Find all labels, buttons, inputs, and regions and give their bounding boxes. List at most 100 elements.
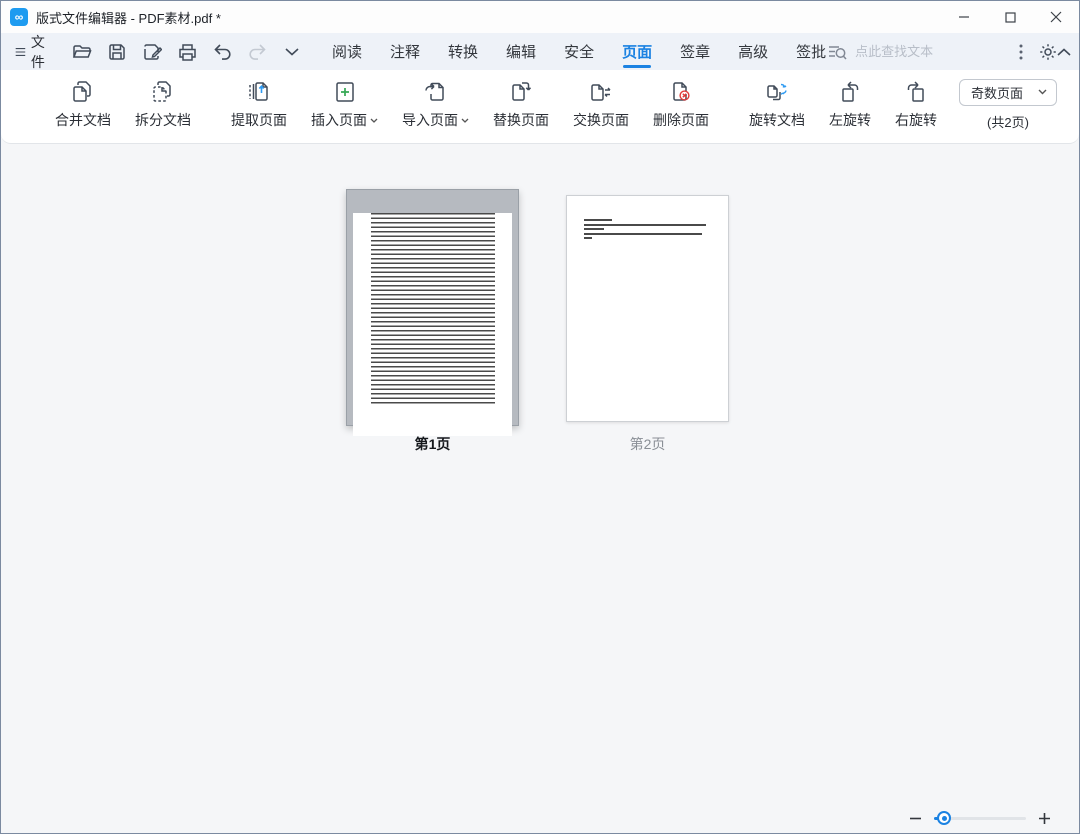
print-icon xyxy=(178,43,197,61)
file-menu-label: 文件 xyxy=(31,32,50,72)
maximize-button[interactable] xyxy=(987,1,1033,33)
page-range-control: 奇数页面 (共2页) xyxy=(959,79,1057,131)
search-box xyxy=(828,43,1005,61)
delete-pages-icon xyxy=(668,79,694,105)
merge-document-button[interactable]: 合并文档 xyxy=(45,75,121,134)
button-label: 交换页面 xyxy=(573,110,629,130)
undo-icon xyxy=(213,43,232,60)
app-logo-icon: ∞ xyxy=(10,8,28,26)
rotate-left-button[interactable]: 左旋转 xyxy=(819,75,881,134)
window-controls xyxy=(941,1,1079,33)
page-edit-group: 提取页面 插入页面 导入页面 xyxy=(221,75,719,134)
zoom-slider-handle[interactable] xyxy=(937,811,951,825)
customize-toolbar-button[interactable] xyxy=(278,39,306,65)
split-document-button[interactable]: 拆分文档 xyxy=(125,75,201,134)
undo-button[interactable] xyxy=(208,39,236,65)
rotate-document-button[interactable]: 旋转文档 xyxy=(739,75,815,134)
print-button[interactable] xyxy=(173,39,201,65)
kebab-menu-icon xyxy=(1019,44,1023,60)
dropdown-caret-icon xyxy=(461,118,469,123)
extract-pages-icon xyxy=(246,79,272,105)
replace-pages-button[interactable]: 替换页面 xyxy=(483,75,559,134)
chevron-down-icon xyxy=(285,48,299,56)
file-menu-button[interactable]: 文件 xyxy=(11,28,54,76)
page-2-thumbnail[interactable] xyxy=(566,195,729,422)
zoom-slider[interactable] xyxy=(934,811,1026,825)
button-label: 插入页面 xyxy=(311,110,378,130)
tab-signature[interactable]: 签章 xyxy=(678,33,712,70)
button-label: 替换页面 xyxy=(493,110,549,130)
split-document-icon xyxy=(150,79,176,105)
rotate-right-icon xyxy=(903,79,929,105)
merge-document-icon xyxy=(70,79,96,105)
folder-open-icon xyxy=(72,43,92,61)
title-bar: ∞ 版式文件编辑器 - PDF素材.pdf * xyxy=(1,1,1079,33)
tab-convert[interactable]: 转换 xyxy=(446,33,480,70)
find-text-icon xyxy=(828,43,847,61)
tab-pages[interactable]: 页面 xyxy=(620,33,654,70)
more-options-button[interactable] xyxy=(1019,40,1023,64)
insert-pages-icon xyxy=(332,79,358,105)
extract-pages-button[interactable]: 提取页面 xyxy=(221,75,297,134)
button-label: 拆分文档 xyxy=(135,110,191,130)
gear-icon xyxy=(1039,43,1057,61)
swap-pages-button[interactable]: 交换页面 xyxy=(563,75,639,134)
replace-pages-icon xyxy=(508,79,534,105)
minus-icon xyxy=(909,812,922,825)
page-thumbnails-canvas: 第1页 第2页 xyxy=(1,144,1079,833)
zoom-out-button[interactable] xyxy=(909,812,922,825)
tab-edit[interactable]: 编辑 xyxy=(504,33,538,70)
menu-bar: 文件 xyxy=(1,33,1079,70)
page-range-dropdown[interactable]: 奇数页面 xyxy=(959,79,1057,106)
quick-access-toolbar xyxy=(68,39,306,65)
save-icon xyxy=(108,43,126,61)
redo-icon xyxy=(248,43,267,60)
button-label: 左旋转 xyxy=(829,110,871,130)
plus-icon xyxy=(1038,812,1051,825)
tab-advanced[interactable]: 高级 xyxy=(736,33,770,70)
open-file-button[interactable] xyxy=(68,39,96,65)
import-pages-button[interactable]: 导入页面 xyxy=(392,75,479,134)
pages-ribbon: 合并文档 拆分文档 提取页面 插入页面 xyxy=(1,70,1079,144)
ribbon-tabs: 阅读 注释 转换 编辑 安全 页面 签章 高级 签批 xyxy=(330,33,828,70)
dropdown-caret-icon xyxy=(370,118,378,123)
redo-button[interactable] xyxy=(243,39,271,65)
page-1-text-content xyxy=(371,213,495,404)
document-group: 合并文档 拆分文档 xyxy=(45,75,201,134)
page-range-value: 奇数页面 xyxy=(971,83,1023,102)
settings-button[interactable] xyxy=(1039,40,1057,64)
button-label: 删除页面 xyxy=(653,110,709,130)
save-button[interactable] xyxy=(103,39,131,65)
delete-pages-button[interactable]: 删除页面 xyxy=(643,75,719,134)
button-label: 导入页面 xyxy=(402,110,469,130)
import-pages-icon xyxy=(423,79,449,105)
tab-approval[interactable]: 签批 xyxy=(794,33,828,70)
page-count-note: (共2页) xyxy=(987,112,1029,131)
save-as-button[interactable] xyxy=(138,39,166,65)
close-button[interactable] xyxy=(1033,1,1079,33)
zoom-bar xyxy=(909,811,1051,825)
tab-annotate[interactable]: 注释 xyxy=(388,33,422,70)
rotate-left-icon xyxy=(837,79,863,105)
save-as-icon xyxy=(143,43,162,61)
insert-pages-button[interactable]: 插入页面 xyxy=(301,75,388,134)
chevron-up-icon xyxy=(1057,48,1071,56)
swap-pages-icon xyxy=(588,79,614,105)
rotate-right-button[interactable]: 右旋转 xyxy=(885,75,947,134)
window-title: 版式文件编辑器 - PDF素材.pdf * xyxy=(36,8,221,27)
button-label: 右旋转 xyxy=(895,110,937,130)
page-1-thumbnail[interactable] xyxy=(346,189,519,426)
page-2-text-content xyxy=(584,219,728,239)
search-input[interactable] xyxy=(855,44,1005,59)
zoom-in-button[interactable] xyxy=(1038,812,1051,825)
minimize-button[interactable] xyxy=(941,1,987,33)
hamburger-icon xyxy=(15,45,26,59)
dropdown-caret-icon xyxy=(1038,89,1047,95)
button-label: 合并文档 xyxy=(55,110,111,130)
collapse-ribbon-button[interactable] xyxy=(1057,40,1071,64)
tab-read[interactable]: 阅读 xyxy=(330,33,364,70)
tab-security[interactable]: 安全 xyxy=(562,33,596,70)
rotate-document-icon xyxy=(764,79,790,105)
page-1-preview xyxy=(353,213,512,436)
rotate-group: 旋转文档 左旋转 右旋转 奇数页面 (共2页) xyxy=(739,75,1065,134)
